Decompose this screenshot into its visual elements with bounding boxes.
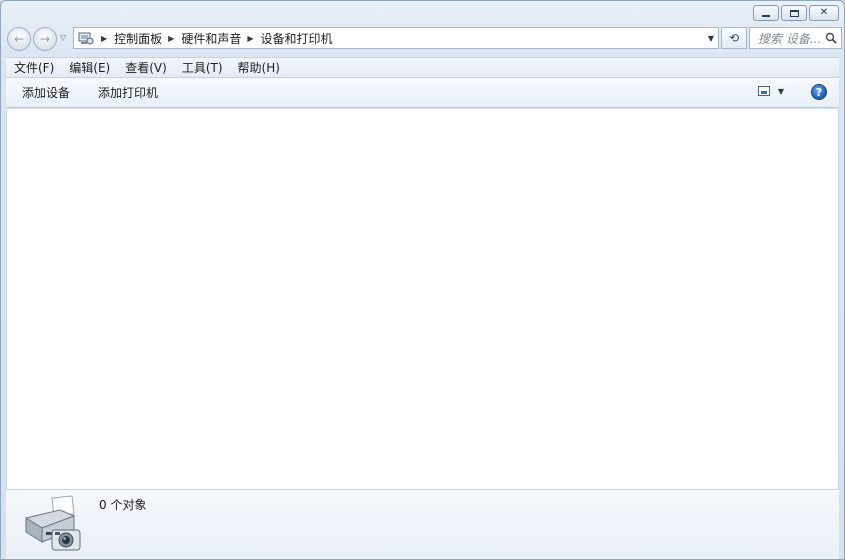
devices-content-area[interactable]: [6, 109, 839, 489]
caption-buttons: ✕: [753, 5, 839, 21]
object-count: 0 个对象: [99, 498, 147, 512]
explorer-window: ✕ ← → ▽ ▶ 控制面板 ▶ 硬件和声音 ▶ 设备和打印机 ▼ ⟲ 搜索 设…: [0, 0, 845, 560]
breadcrumb-separator[interactable]: ▶: [101, 34, 107, 43]
view-icon: [757, 86, 770, 96]
help-icon: ?: [815, 85, 823, 99]
breadcrumb-devices-printers[interactable]: 设备和打印机: [261, 30, 333, 47]
breadcrumb-separator[interactable]: ▶: [168, 34, 174, 43]
minimize-icon: [762, 14, 770, 17]
help-button[interactable]: ?: [811, 84, 827, 100]
back-button[interactable]: ←: [7, 27, 31, 51]
navigation-bar: ← → ▽ ▶ 控制面板 ▶ 硬件和声音 ▶ 设备和打印机 ▼ ⟲ 搜索 设备.…: [7, 27, 842, 51]
view-dropdown-icon[interactable]: ▼: [778, 87, 784, 96]
menu-tools[interactable]: 工具(T): [182, 59, 223, 76]
menu-view[interactable]: 查看(V): [125, 59, 167, 76]
menu-file[interactable]: 文件(F): [14, 59, 54, 76]
add-device-button[interactable]: 添加设备: [22, 84, 70, 101]
refresh-button[interactable]: ⟲: [721, 27, 747, 49]
recent-pages-button[interactable]: ▽: [60, 33, 66, 42]
command-bar: 添加设备 添加打印机 ▼ ?: [6, 78, 839, 108]
search-input[interactable]: 搜索 设备...: [749, 27, 842, 49]
forward-button[interactable]: →: [33, 27, 57, 51]
add-printer-button[interactable]: 添加打印机: [98, 84, 158, 101]
breadcrumb-separator[interactable]: ▶: [247, 34, 253, 43]
details-pane: 0 个对象: [6, 489, 839, 559]
close-icon: ✕: [819, 7, 829, 18]
maximize-button[interactable]: [781, 5, 807, 21]
maximize-icon: [789, 9, 799, 17]
close-button[interactable]: ✕: [809, 5, 839, 21]
minimize-button[interactable]: [753, 5, 779, 21]
breadcrumb-control-panel[interactable]: 控制面板: [114, 30, 162, 47]
change-view-button[interactable]: ▼: [757, 86, 784, 96]
breadcrumb-hardware-sound[interactable]: 硬件和声音: [181, 30, 241, 47]
forward-arrow-icon: →: [39, 32, 51, 46]
menu-edit[interactable]: 编辑(E): [69, 59, 110, 76]
search-placeholder: 搜索 设备...: [758, 31, 822, 46]
back-arrow-icon: ←: [13, 32, 25, 46]
address-bar[interactable]: ▶ 控制面板 ▶ 硬件和声音 ▶ 设备和打印机 ▼: [73, 27, 719, 49]
printer-camera-icon: [24, 495, 81, 551]
address-dropdown-icon[interactable]: ▼: [708, 34, 714, 43]
refresh-icon: ⟲: [728, 31, 740, 45]
menu-help[interactable]: 帮助(H): [238, 59, 280, 76]
menu-bar: 文件(F) 编辑(E) 查看(V) 工具(T) 帮助(H): [6, 57, 839, 78]
search-icon[interactable]: [825, 32, 837, 44]
control-panel-icon: [77, 30, 95, 46]
